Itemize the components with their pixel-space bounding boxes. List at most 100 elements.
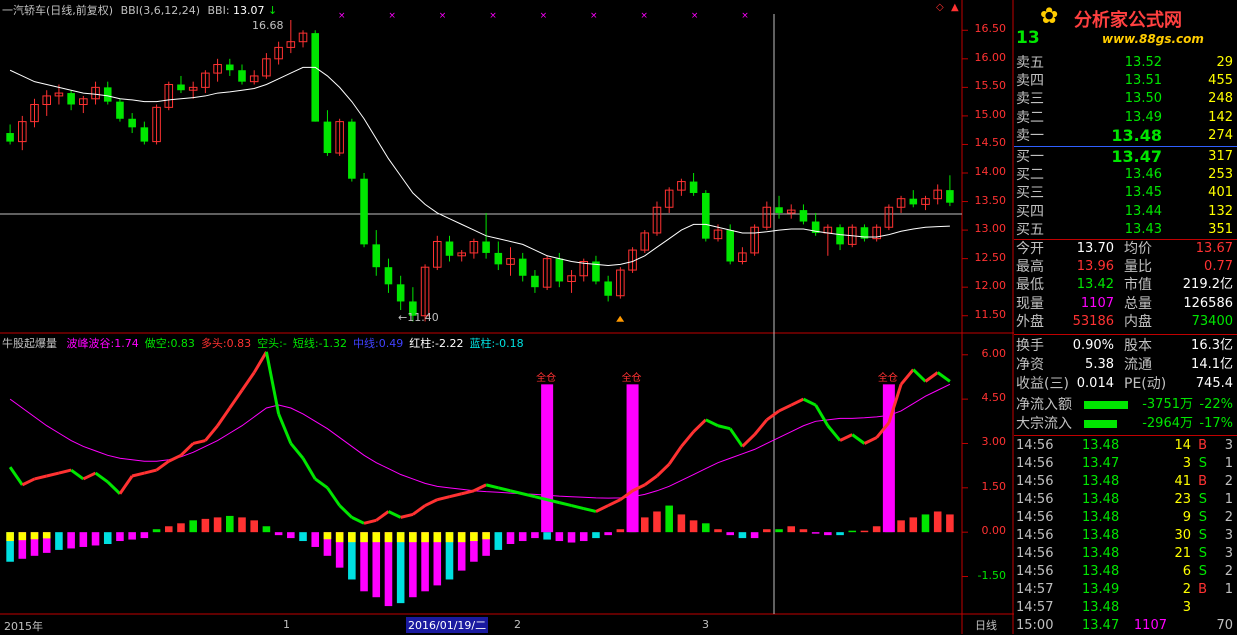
indicator-line-segment bbox=[58, 468, 72, 475]
indicator-bar-top bbox=[457, 532, 466, 543]
candle-body bbox=[323, 121, 332, 154]
indicator-bar-top bbox=[384, 532, 393, 543]
indicator-bar-top bbox=[409, 532, 417, 543]
indicator-bar-top bbox=[323, 532, 332, 540]
indicator-bar bbox=[665, 505, 673, 533]
indicator-bar bbox=[555, 532, 564, 542]
indicator-bar bbox=[640, 517, 649, 533]
indicator-bar-top bbox=[421, 532, 429, 543]
indicator-bar-top bbox=[445, 532, 454, 543]
indicator-line-segment bbox=[912, 368, 927, 383]
tick-count: 1 bbox=[1224, 492, 1233, 507]
indicator-line-segment bbox=[314, 477, 329, 490]
expand-icon[interactable]: ◇ bbox=[936, 2, 944, 13]
bid-price: 13.46 bbox=[1124, 167, 1162, 183]
ask-volume: 455 bbox=[1208, 73, 1233, 89]
stat-value: 13.70 bbox=[1076, 241, 1114, 256]
indicator-item-value: -0.18 bbox=[495, 337, 524, 350]
low-price-label: ←11.40 bbox=[398, 311, 439, 324]
tick-row: 14:56 13.48 21 S 3 bbox=[1014, 545, 1237, 563]
tick-volume: 14 bbox=[1174, 438, 1191, 453]
fin-row: 净资 5.38 流通 14.1亿 bbox=[1014, 356, 1237, 374]
tick-row: 14:57 13.49 2 B 1 bbox=[1014, 581, 1237, 599]
fin-label: 净资 bbox=[1016, 357, 1044, 373]
timeline-month-1: 1 bbox=[283, 618, 290, 631]
bid-row: 买一 13.47 317 bbox=[1014, 148, 1237, 166]
indicator-bar bbox=[164, 526, 173, 533]
flow-row: 净流入额 -3751万 -22% bbox=[1014, 396, 1237, 414]
indicator-line-segment bbox=[46, 471, 60, 478]
candle-body bbox=[909, 198, 918, 205]
stat-label: 外盘 bbox=[1016, 313, 1044, 330]
indicator-bar bbox=[848, 530, 857, 533]
indicator-bar bbox=[811, 532, 820, 534]
indicator-item-label: 波峰波谷: bbox=[66, 337, 115, 350]
indicator-item-label: 空头: bbox=[257, 337, 283, 350]
flow-percent: -17% bbox=[1199, 416, 1233, 431]
indicator-bar bbox=[567, 532, 576, 543]
indicator-line-segment bbox=[790, 397, 805, 407]
stat-label: 量比 bbox=[1124, 259, 1152, 276]
indicator-bar bbox=[750, 532, 759, 539]
fin-label: 股本 bbox=[1124, 338, 1152, 354]
candle-body bbox=[128, 118, 136, 128]
indicator-bar bbox=[836, 532, 844, 536]
fin-row: 换手 0.90% 股本 16.3亿 bbox=[1014, 337, 1237, 355]
fin-value: 16.3亿 bbox=[1191, 338, 1233, 353]
candle-body bbox=[518, 258, 527, 276]
indicator-bar bbox=[299, 532, 307, 542]
stat-label: 均价 bbox=[1124, 241, 1152, 257]
flow-bar bbox=[1084, 401, 1128, 409]
period-tab[interactable]: 日线 bbox=[975, 617, 997, 633]
candle-body bbox=[67, 93, 75, 105]
candle-body bbox=[348, 121, 356, 179]
tick-time: 14:56 bbox=[1016, 474, 1054, 489]
indicator-line-segment bbox=[168, 453, 182, 463]
tick-count: 2 bbox=[1224, 510, 1233, 525]
indicator-line-segment bbox=[34, 474, 48, 481]
indicator-line-segment bbox=[252, 351, 268, 374]
tick-time: 14:56 bbox=[1016, 528, 1054, 543]
price-tick-label: 12.50 bbox=[974, 250, 1007, 264]
stat-row: 最高 13.96 量比 0.77 bbox=[1014, 258, 1237, 276]
tick-count: 2 bbox=[1224, 564, 1233, 579]
bid-price: 13.44 bbox=[1124, 203, 1162, 219]
indicator-bar-top bbox=[6, 532, 14, 542]
indicator-line-segment bbox=[728, 427, 744, 448]
tick-row: 14:56 13.48 14 B 3 bbox=[1014, 437, 1237, 455]
indicator-bar bbox=[287, 532, 295, 539]
indicator-bar bbox=[616, 529, 625, 533]
ask-volume: 142 bbox=[1208, 109, 1233, 125]
indicator-bar bbox=[140, 532, 149, 539]
bbi-line bbox=[9, 66, 950, 266]
indicator-bar bbox=[726, 532, 734, 536]
flow-label: 大宗流入 bbox=[1016, 416, 1072, 432]
signal-triangle bbox=[616, 315, 625, 322]
indicator-line-segment bbox=[717, 424, 731, 431]
ask-row: 卖四 13.51 455 bbox=[1014, 72, 1237, 90]
indicator-bar-top bbox=[42, 532, 51, 539]
indicator-line-segment bbox=[741, 433, 756, 448]
tick-price: 13.48 bbox=[1082, 492, 1120, 507]
stat-label: 最高 bbox=[1016, 259, 1044, 276]
price-tick-label: 13.50 bbox=[974, 193, 1007, 207]
bid-volume: 401 bbox=[1208, 185, 1233, 201]
candle-body bbox=[226, 64, 234, 71]
fin-label: 流通 bbox=[1124, 357, 1152, 373]
kline-chart[interactable] bbox=[0, 0, 1014, 634]
tick-count: 3 bbox=[1224, 546, 1233, 561]
stat-label: 内盘 bbox=[1124, 313, 1152, 330]
indicator-item-value: 0.83 bbox=[226, 337, 252, 350]
indicator-line-segment bbox=[277, 413, 293, 445]
tick-row: 14:56 13.47 3 S 1 bbox=[1014, 455, 1237, 473]
ask-level-label: 卖二 bbox=[1016, 109, 1044, 126]
indicator-bar bbox=[897, 520, 905, 533]
indicator-bar-top bbox=[335, 532, 344, 543]
tick-time: 14:57 bbox=[1016, 600, 1054, 615]
tick-price: 13.48 bbox=[1082, 510, 1120, 525]
scroll-up-icon[interactable]: ▲ bbox=[951, 2, 959, 13]
ask-price: 13.49 bbox=[1124, 109, 1162, 125]
fin-value: 14.1亿 bbox=[1191, 357, 1233, 372]
indicator-line-segment bbox=[155, 460, 170, 472]
candle-body bbox=[384, 267, 393, 285]
